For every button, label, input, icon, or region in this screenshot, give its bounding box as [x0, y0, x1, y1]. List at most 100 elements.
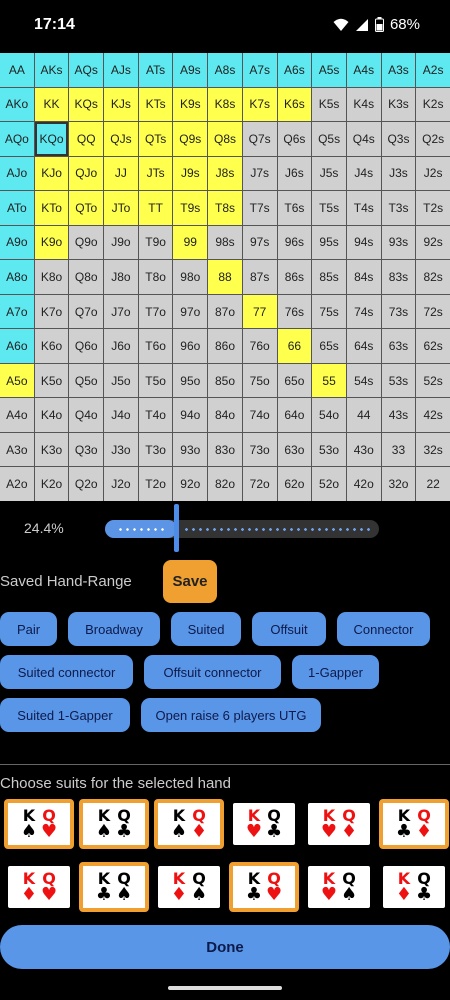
hand-cell[interactable]: K5s [312, 87, 346, 122]
connector-button[interactable]: Connector [337, 612, 430, 646]
hand-cell[interactable]: Q3s [381, 122, 416, 156]
hand-cell[interactable]: 94o [173, 398, 208, 432]
hand-cell[interactable]: J4s [346, 156, 381, 191]
hand-cell[interactable]: J6o [104, 329, 138, 363]
hand-cell[interactable]: 84s [346, 260, 381, 294]
hand-cell[interactable]: K9s [173, 87, 208, 122]
hand-cell[interactable]: 72o [242, 467, 277, 501]
hand-cell[interactable]: T5s [312, 191, 346, 225]
offsuit-connector-button[interactable]: Offsuit connector [144, 655, 281, 689]
hand-cell[interactable]: 42s [416, 398, 450, 432]
hand-cell[interactable]: A2s [416, 53, 450, 87]
suit-combo-option[interactable]: K ♣ Q ♦ [379, 799, 449, 849]
hand-cell[interactable]: J5o [104, 363, 138, 398]
hand-cell[interactable]: K8o [34, 260, 69, 294]
suit-combo-option[interactable]: K ♥ Q ♣ [233, 803, 295, 845]
hand-cell[interactable]: 82s [416, 260, 450, 294]
hand-cell[interactable]: 54s [346, 363, 381, 398]
hand-cell[interactable]: AQo [0, 122, 34, 156]
hand-cell[interactable]: K8s [208, 87, 242, 122]
hand-cell[interactable]: 98o [173, 260, 208, 294]
suit-combo-option[interactable]: K ♦ Q ♥ [8, 866, 70, 908]
hand-cell[interactable]: A7s [242, 53, 277, 87]
hand-cell[interactable]: 72s [416, 294, 450, 329]
hand-cell[interactable]: K4o [34, 398, 69, 432]
hand-cell[interactable]: AJo [0, 156, 34, 191]
hand-cell[interactable]: 63s [381, 329, 416, 363]
suit-combo-option[interactable]: K ♦ Q ♠ [158, 866, 220, 908]
hand-cell[interactable]: A2o [0, 467, 34, 501]
hand-cell[interactable]: 52s [416, 363, 450, 398]
hand-cell[interactable]: T3o [138, 432, 173, 467]
suit-combo-option[interactable]: K ♥ Q ♦ [308, 803, 370, 845]
hand-cell[interactable]: T7s [242, 191, 277, 225]
hand-cell[interactable]: J3s [381, 156, 416, 191]
hand-cell[interactable]: KTo [34, 191, 69, 225]
hand-cell[interactable]: 73s [381, 294, 416, 329]
hand-cell[interactable]: 53o [312, 432, 346, 467]
hand-cell[interactable]: Q5o [69, 363, 104, 398]
hand-cell[interactable]: 82o [208, 467, 242, 501]
hand-cell[interactable]: Q8s [208, 122, 242, 156]
suit-combo-option[interactable]: K ♠ Q ♣ [79, 799, 149, 849]
hand-cell[interactable]: J7s [242, 156, 277, 191]
hand-cell[interactable]: T2o [138, 467, 173, 501]
hand-cell[interactable]: T2s [416, 191, 450, 225]
hand-cell[interactable]: 93s [381, 225, 416, 260]
hand-cell[interactable]: T9s [173, 191, 208, 225]
hand-cell[interactable]: 95o [173, 363, 208, 398]
hand-cell[interactable]: T7o [138, 294, 173, 329]
hand-cell[interactable]: A8o [0, 260, 34, 294]
hand-cell[interactable]: 75o [242, 363, 277, 398]
hand-cell[interactable]: 43s [381, 398, 416, 432]
hand-cell[interactable]: Q2s [416, 122, 450, 156]
hand-cell[interactable]: JJ [104, 156, 138, 191]
hand-cell[interactable]: 65o [277, 363, 312, 398]
hand-cell[interactable]: 86o [208, 329, 242, 363]
save-button[interactable]: Save [163, 560, 217, 603]
hand-cell[interactable]: A4s [346, 53, 381, 87]
hand-cell[interactable]: TT [138, 191, 173, 225]
hand-cell[interactable]: KJs [104, 87, 138, 122]
hand-cell[interactable]: JTs [138, 156, 173, 191]
hand-cell[interactable]: AQs [69, 53, 104, 87]
hand-cell[interactable]: A6s [277, 53, 312, 87]
hand-cell[interactable]: 85s [312, 260, 346, 294]
hand-cell[interactable]: 92o [173, 467, 208, 501]
hand-cell[interactable]: 74o [242, 398, 277, 432]
hand-cell[interactable]: QJs [104, 122, 138, 156]
hand-cell[interactable]: Q9o [69, 225, 104, 260]
hand-cell[interactable]: 94s [346, 225, 381, 260]
hand-cell[interactable]: 52o [312, 467, 346, 501]
pair-button[interactable]: Pair [0, 612, 57, 646]
hand-cell[interactable]: 64s [346, 329, 381, 363]
hand-cell[interactable]: J7o [104, 294, 138, 329]
hand-cell[interactable]: 32s [416, 432, 450, 467]
hand-cell[interactable]: Q6o [69, 329, 104, 363]
hand-cell[interactable]: Q7s [242, 122, 277, 156]
hand-cell[interactable]: 96s [277, 225, 312, 260]
hand-cell[interactable]: ATs [138, 53, 173, 87]
hand-cell[interactable]: 73o [242, 432, 277, 467]
hand-cell[interactable]: J8o [104, 260, 138, 294]
hand-cell[interactable]: J3o [104, 432, 138, 467]
hand-cell[interactable]: K6o [34, 329, 69, 363]
hand-cell[interactable]: KK [34, 87, 69, 122]
hand-cell[interactable]: 64o [277, 398, 312, 432]
hand-cell[interactable]: 42o [346, 467, 381, 501]
suit-combo-option[interactable]: K ♠ Q ♥ [4, 799, 74, 849]
hand-cell[interactable]: K7o [34, 294, 69, 329]
suit-combo-option[interactable]: K ♠ Q ♦ [154, 799, 224, 849]
hand-cell[interactable]: J8s [208, 156, 242, 191]
hand-cell[interactable]: K7s [242, 87, 277, 122]
suit-combo-option[interactable]: K ♥ Q ♠ [308, 866, 370, 908]
hand-cell[interactable]: Q6s [277, 122, 312, 156]
hand-cell[interactable]: T4s [346, 191, 381, 225]
hand-cell[interactable]: K2o [34, 467, 69, 501]
hand-cell[interactable]: Q7o [69, 294, 104, 329]
hand-cell[interactable]: JTo [104, 191, 138, 225]
hand-cell[interactable]: 98s [208, 225, 242, 260]
hand-cell[interactable]: 55 [312, 363, 346, 398]
range-slider-thumb[interactable] [174, 504, 179, 552]
hand-cell[interactable]: K4s [346, 87, 381, 122]
